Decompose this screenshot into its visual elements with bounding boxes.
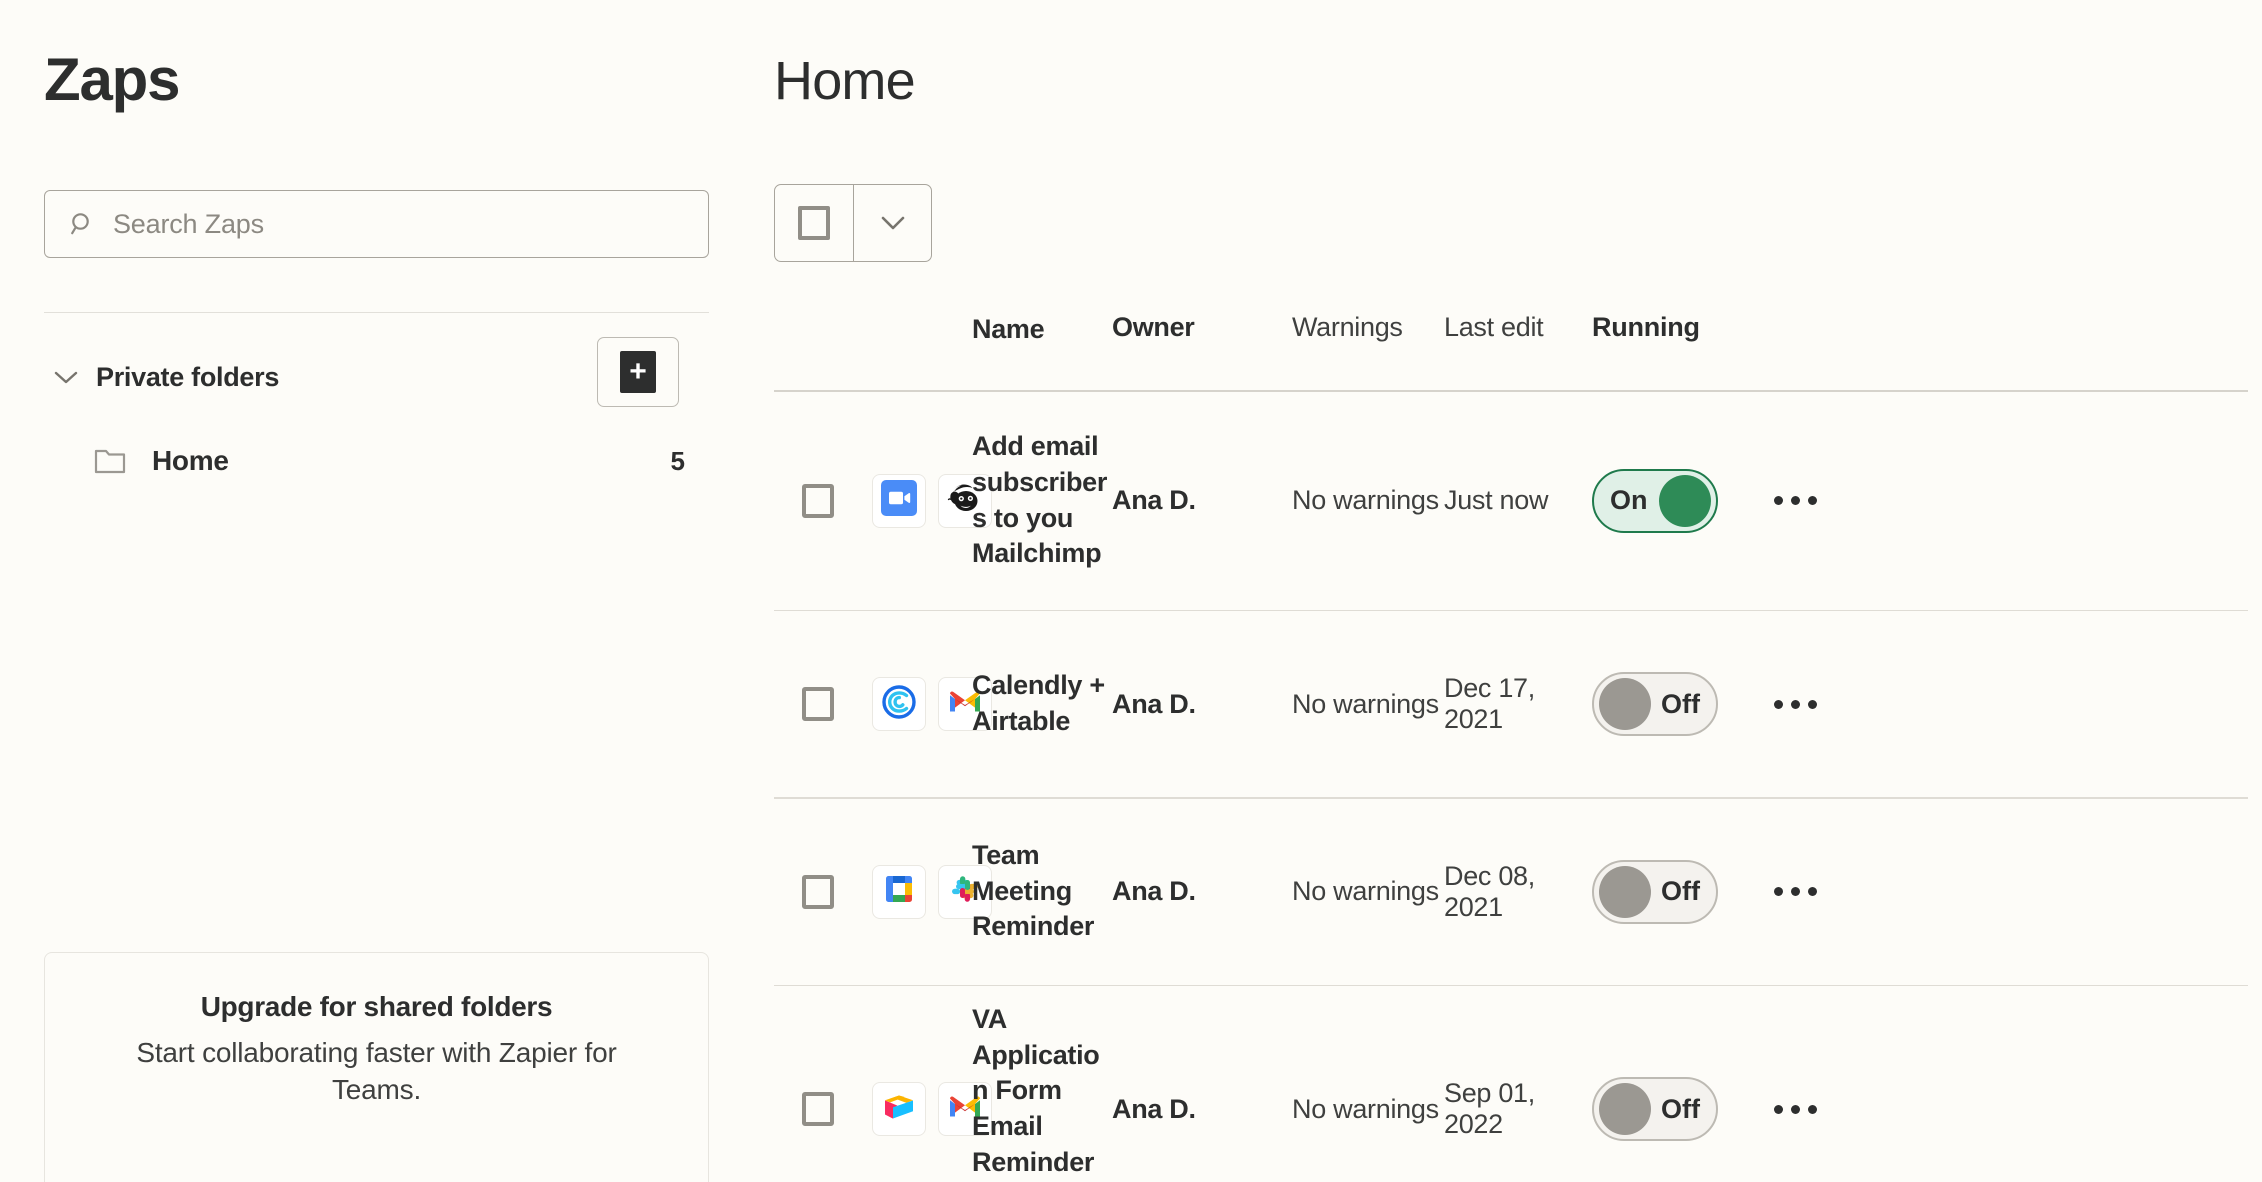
checkbox-icon bbox=[802, 1092, 834, 1126]
row-owner: Ana D. bbox=[1112, 688, 1196, 719]
column-header-name[interactable]: Name bbox=[972, 312, 1112, 348]
row-name[interactable]: VA Application Form Email Reminder in Gm… bbox=[972, 1002, 1112, 1182]
more-options-icon bbox=[1774, 699, 1817, 709]
table-row[interactable]: Calendly + Airtable Ana D. No warnings Dec … bbox=[774, 611, 2248, 797]
row-app-icons bbox=[872, 864, 992, 919]
add-folder-button[interactable]: + bbox=[597, 337, 679, 407]
toggle-knob bbox=[1599, 678, 1651, 730]
row-last-edit: Sep 01, 2022 bbox=[1444, 1078, 1535, 1139]
row-last-edit: Dec 17, 2021 bbox=[1444, 673, 1535, 734]
calendly-icon bbox=[879, 682, 919, 727]
checkbox-icon bbox=[802, 687, 834, 721]
running-toggle-label: On bbox=[1610, 485, 1648, 515]
table-header-row: Name Owner Warnings Last edit Running bbox=[774, 300, 2248, 390]
row-running-cell: Off bbox=[1592, 1077, 1752, 1141]
table-row[interactable]: VA Application Form Email Reminder in Gm… bbox=[774, 986, 2248, 1182]
row-name[interactable]: Calendly + Airtable bbox=[972, 668, 1112, 739]
row-last-edit: Dec 08, 2021 bbox=[1444, 860, 1535, 922]
table-row[interactable]: Team Meeting Reminder Ana D. No warnings De… bbox=[774, 799, 2248, 985]
running-toggle[interactable]: Off bbox=[1592, 672, 1718, 736]
row-owner: Ana D. bbox=[1112, 876, 1196, 906]
row-app-icons bbox=[872, 1082, 992, 1136]
app-tile-0 bbox=[872, 1082, 926, 1136]
row-warnings: No warnings bbox=[1292, 485, 1439, 515]
row-warnings: No warnings bbox=[1292, 1093, 1439, 1124]
sidebar-item-home-label: Home bbox=[152, 445, 229, 476]
upgrade-card-title: Upgrade for shared folders bbox=[200, 991, 553, 1022]
row-name[interactable]: Add email subscribers to you Mailchimp bbox=[972, 429, 1112, 572]
running-toggle-label: Off bbox=[1661, 1093, 1700, 1124]
page-title: Zaps bbox=[44, 46, 180, 113]
chevron-down-icon bbox=[881, 216, 904, 230]
running-toggle-label: Off bbox=[1661, 876, 1700, 906]
select-all-dropdown-group[interactable] bbox=[774, 184, 932, 262]
zoom-icon bbox=[879, 478, 919, 523]
row-warnings: No warnings bbox=[1292, 688, 1439, 719]
zapier-zaps-page: Zaps Search Zaps Private folders + Home … bbox=[0, 0, 2262, 1182]
row-owner: Ana D. bbox=[1112, 1093, 1196, 1124]
private-folders-label: Private folders bbox=[96, 361, 280, 392]
main-content: Home + Create Name Owner Warnings Las bbox=[760, 0, 2262, 1182]
checkbox-icon bbox=[802, 874, 834, 909]
search-input[interactable]: Search Zaps bbox=[44, 190, 709, 258]
running-toggle[interactable]: On bbox=[1592, 468, 1718, 533]
row-running-cell: On bbox=[1592, 468, 1752, 533]
select-all-checkbox[interactable] bbox=[775, 185, 854, 261]
row-running-cell: Off bbox=[1592, 672, 1752, 736]
main-title: Home bbox=[774, 51, 916, 111]
airtable-icon bbox=[879, 1087, 919, 1132]
toggle-knob bbox=[1599, 1083, 1651, 1135]
row-running-cell: Off bbox=[1592, 859, 1752, 924]
row-more-options-button[interactable] bbox=[1752, 496, 2248, 505]
row-last-edit: Just now bbox=[1444, 485, 1549, 515]
folder-icon bbox=[88, 448, 132, 474]
row-checkbox[interactable] bbox=[774, 874, 872, 909]
row-checkbox[interactable] bbox=[774, 1092, 872, 1126]
row-more-options-button[interactable] bbox=[1752, 699, 2248, 709]
more-options-icon bbox=[1774, 887, 1817, 896]
sidebar-item-home-count: 5 bbox=[670, 445, 685, 476]
more-options-icon bbox=[1774, 1104, 1817, 1114]
upgrade-card-description: Start collaborating faster with Zapier f… bbox=[136, 1037, 617, 1105]
toggle-knob bbox=[1659, 474, 1711, 527]
zaps-table: Name Owner Warnings Last edit Running Ad… bbox=[774, 300, 2248, 1182]
google-calendar-icon bbox=[879, 869, 919, 914]
table-row[interactable]: Add email subscribers to you Mailchimp An… bbox=[774, 392, 2248, 610]
app-tile-0 bbox=[872, 473, 926, 528]
row-checkbox[interactable] bbox=[774, 483, 872, 518]
app-tile-0 bbox=[872, 677, 926, 731]
more-options-icon bbox=[1774, 496, 1817, 505]
checkbox-icon bbox=[802, 483, 834, 518]
toggle-knob bbox=[1599, 865, 1651, 918]
running-toggle-label: Off bbox=[1661, 688, 1700, 719]
row-owner: Ana D. bbox=[1112, 485, 1196, 515]
row-checkbox[interactable] bbox=[774, 687, 872, 721]
column-header-owner[interactable]: Owner bbox=[1112, 312, 1292, 343]
select-all-dropdown-toggle[interactable] bbox=[854, 185, 931, 261]
search-icon bbox=[69, 211, 95, 237]
sidebar-item-home[interactable]: Home 5 bbox=[44, 430, 709, 492]
running-toggle[interactable]: Off bbox=[1592, 859, 1718, 924]
column-header-warnings[interactable]: Warnings bbox=[1292, 312, 1444, 343]
row-more-options-button[interactable] bbox=[1752, 1104, 2248, 1114]
plus-square-icon: + bbox=[620, 351, 656, 393]
upgrade-card[interactable]: Upgrade for shared folders Start collabo… bbox=[44, 952, 709, 1182]
row-more-options-button[interactable] bbox=[1752, 887, 2248, 896]
column-header-running[interactable]: Running bbox=[1592, 312, 1752, 343]
checkbox-icon bbox=[798, 206, 830, 240]
row-app-icons bbox=[872, 473, 992, 528]
column-header-last-edit[interactable]: Last edit bbox=[1444, 312, 1592, 343]
table-body: Add email subscribers to you Mailchimp An… bbox=[774, 392, 2248, 1182]
row-warnings: No warnings bbox=[1292, 876, 1439, 906]
app-tile-0 bbox=[872, 864, 926, 919]
search-placeholder: Search Zaps bbox=[113, 208, 264, 239]
sidebar-divider bbox=[44, 312, 709, 313]
running-toggle[interactable]: Off bbox=[1592, 1077, 1718, 1141]
row-name[interactable]: Team Meeting Reminder bbox=[972, 838, 1112, 945]
row-app-icons bbox=[872, 677, 992, 731]
chevron-down-icon[interactable] bbox=[44, 369, 88, 385]
sidebar: Zaps Search Zaps Private folders + Home … bbox=[0, 0, 760, 1182]
